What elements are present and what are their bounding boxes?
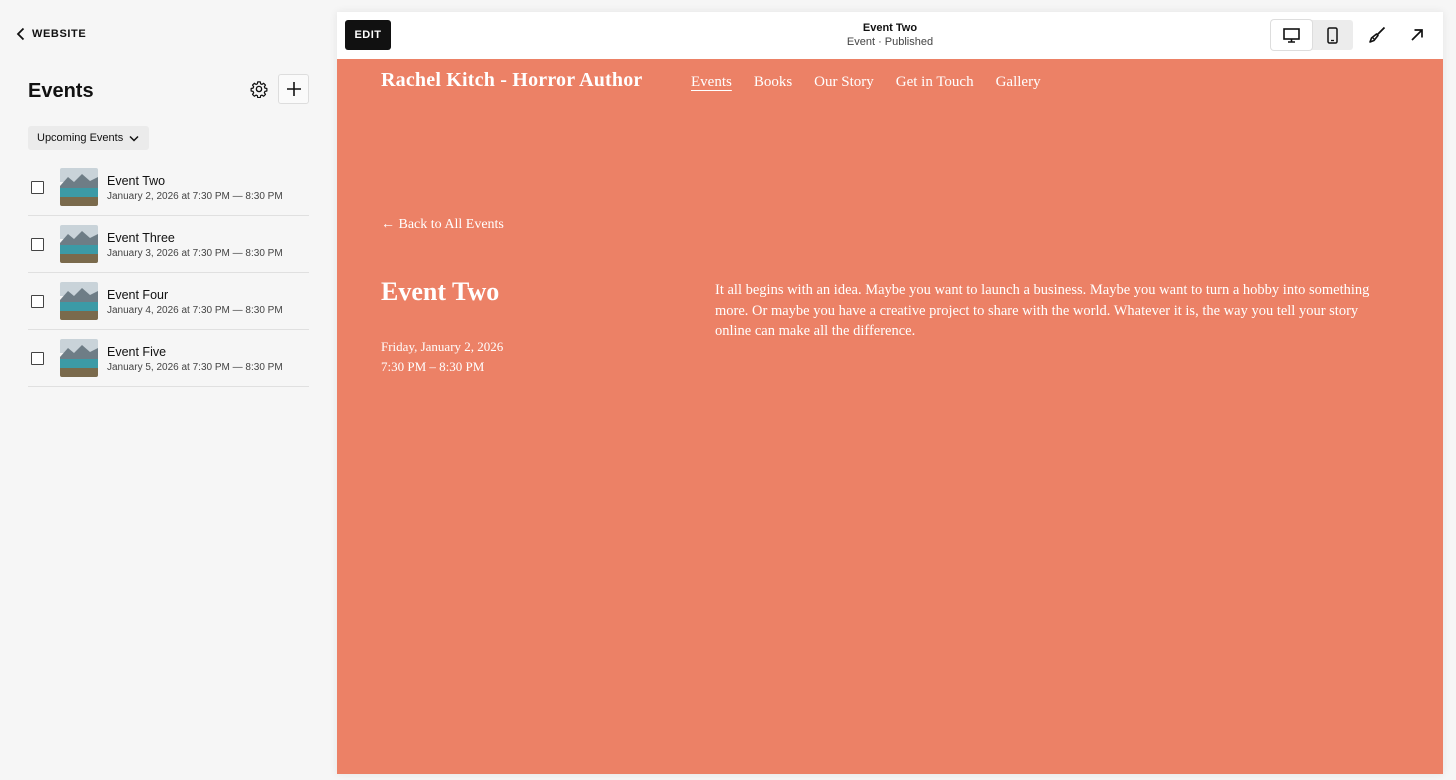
nav-link-events[interactable]: Events xyxy=(691,74,732,91)
site-styles-button[interactable] xyxy=(1364,22,1390,48)
device-toggle xyxy=(1271,20,1353,50)
site-preview-frame: EDIT Event Two Event · Published Rachel … xyxy=(337,12,1443,774)
event-thumbnail xyxy=(60,339,98,377)
plus-icon xyxy=(286,82,301,96)
event-date: January 5, 2026 at 7:30 PM — 8:30 PM xyxy=(107,362,283,373)
mobile-icon xyxy=(1327,26,1338,44)
event-title: Event Two xyxy=(107,174,166,188)
event-title: Event Five xyxy=(107,345,167,359)
paintbrush-icon xyxy=(1369,26,1386,43)
filter-label: Upcoming Events xyxy=(37,132,124,144)
event-heading: Event Two xyxy=(381,277,500,306)
chevron-down-icon xyxy=(129,135,139,142)
event-title: Event Three xyxy=(107,231,175,245)
event-time-line: 7:30 PM – 8:30 PM xyxy=(381,359,485,374)
preview-toolbar: EDIT Event Two Event · Published xyxy=(337,12,1443,59)
event-select-checkbox[interactable] xyxy=(31,295,44,308)
site-navigation: Events Books Our Story Get in Touch Gall… xyxy=(691,74,1041,91)
event-thumbnail xyxy=(60,168,98,206)
add-event-button[interactable] xyxy=(278,74,309,104)
event-date: January 3, 2026 at 7:30 PM — 8:30 PM xyxy=(107,248,283,259)
event-list-item[interactable]: Event Four January 4, 2026 at 7:30 PM — … xyxy=(28,273,309,330)
desktop-view-button[interactable] xyxy=(1271,20,1312,50)
event-thumbnail xyxy=(60,282,98,320)
mobile-view-button[interactable] xyxy=(1312,20,1353,50)
open-site-button[interactable] xyxy=(1404,22,1430,48)
event-select-checkbox[interactable] xyxy=(31,238,44,251)
arrow-up-right-icon xyxy=(1411,29,1423,41)
back-to-website-link[interactable]: WEBSITE xyxy=(16,27,86,41)
nav-link-our-story[interactable]: Our Story xyxy=(814,74,874,91)
event-select-checkbox[interactable] xyxy=(31,181,44,194)
event-list-item[interactable]: Event Five January 5, 2026 at 7:30 PM — … xyxy=(28,330,309,387)
event-date: January 4, 2026 at 7:30 PM — 8:30 PM xyxy=(107,305,283,316)
site-logo[interactable]: Rachel Kitch - Horror Author xyxy=(381,69,643,92)
chevron-left-icon xyxy=(16,27,25,41)
event-date: January 2, 2026 at 7:30 PM — 8:30 PM xyxy=(107,191,283,202)
event-date-line: Friday, January 2, 2026 xyxy=(381,339,504,354)
event-filter-dropdown[interactable]: Upcoming Events xyxy=(28,126,150,150)
event-title: Event Four xyxy=(107,288,169,302)
back-to-all-events-link[interactable]: ← Back to All Events xyxy=(381,217,504,233)
event-description: It all begins with an idea. Maybe you wa… xyxy=(715,282,1370,339)
collection-settings-button[interactable] xyxy=(248,78,270,100)
event-list-item[interactable]: Event Three January 3, 2026 at 7:30 PM —… xyxy=(28,216,309,273)
back-link-label: WEBSITE xyxy=(32,28,87,40)
event-list: Event Two January 2, 2026 at 7:30 PM — 8… xyxy=(28,159,309,387)
nav-link-gallery[interactable]: Gallery xyxy=(996,74,1041,91)
gear-icon xyxy=(250,81,268,98)
events-panel: WEBSITE Events Upcoming Events Event Two… xyxy=(0,0,338,780)
nav-link-books[interactable]: Books xyxy=(754,74,792,91)
desktop-icon xyxy=(1283,27,1300,43)
panel-title: Events xyxy=(28,80,94,102)
event-thumbnail xyxy=(60,225,98,263)
event-select-checkbox[interactable] xyxy=(31,352,44,365)
nav-link-get-in-touch[interactable]: Get in Touch xyxy=(896,74,974,91)
event-list-item[interactable]: Event Two January 2, 2026 at 7:30 PM — 8… xyxy=(28,159,309,216)
